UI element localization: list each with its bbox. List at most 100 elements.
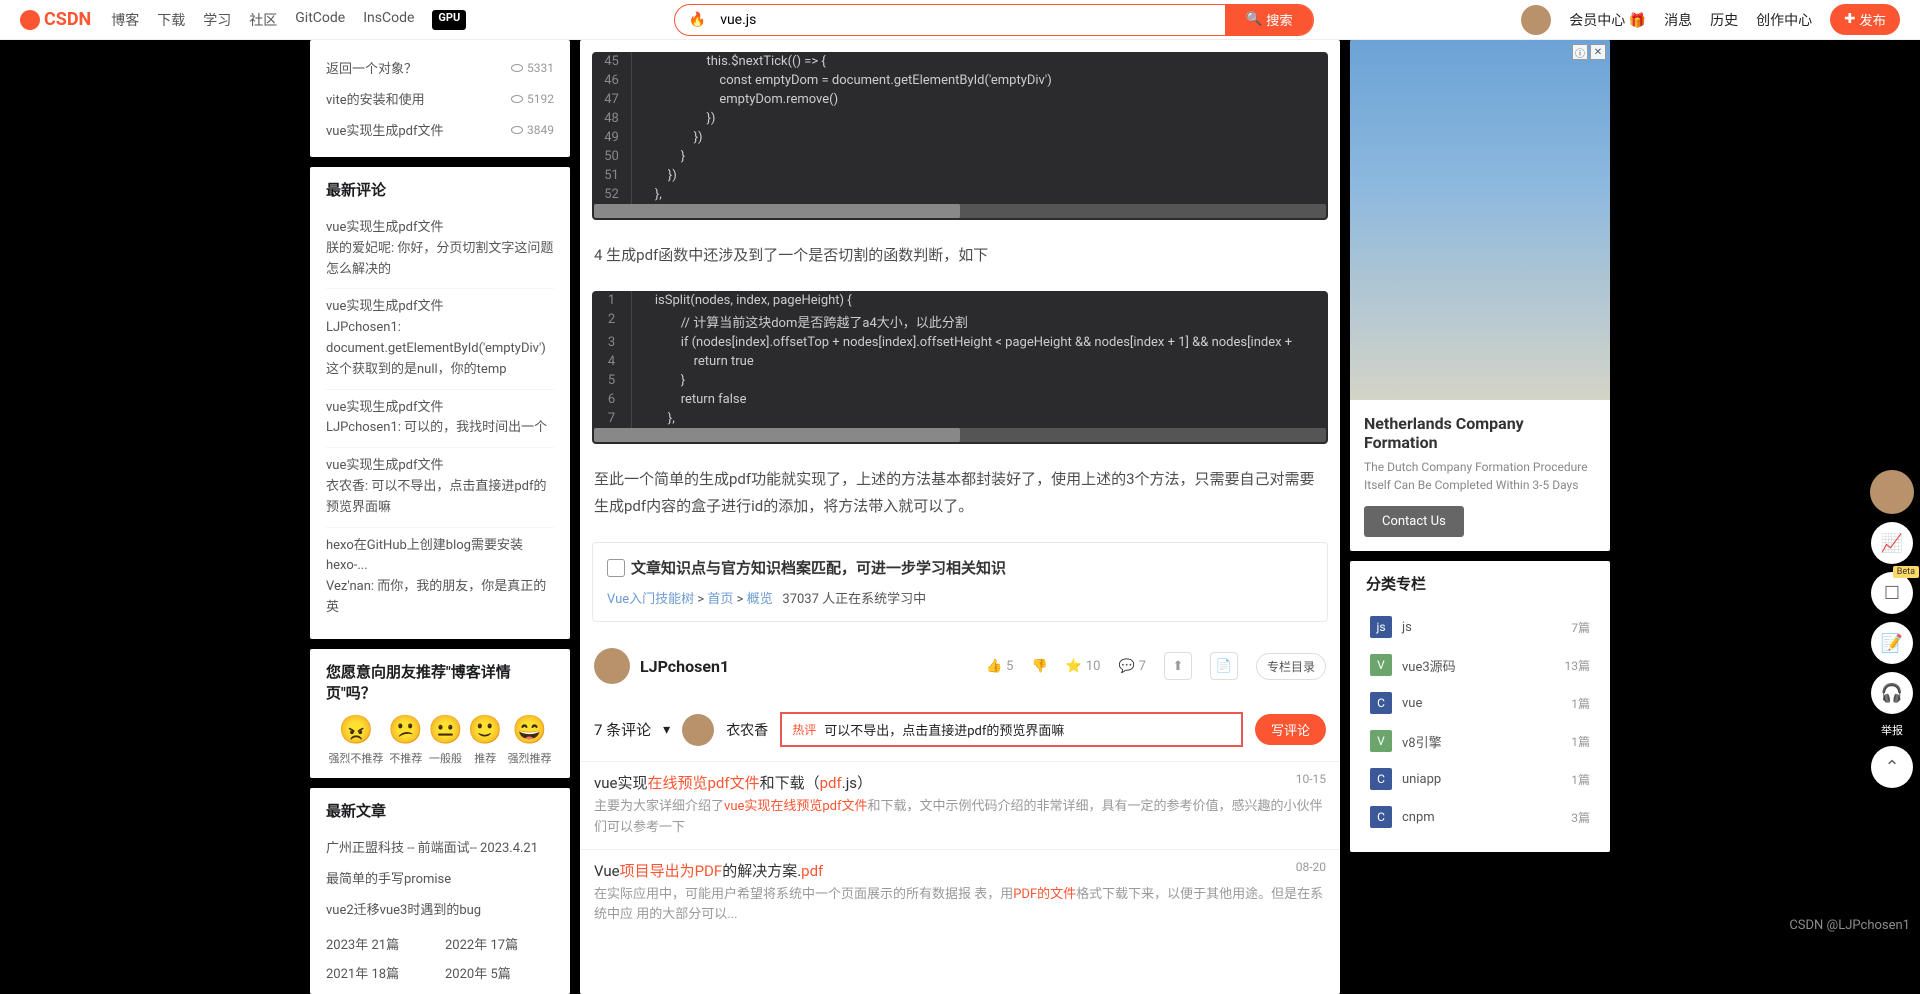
nav-community[interactable]: 社区 <box>249 10 277 30</box>
like-button[interactable]: 👍 5 <box>986 659 1014 674</box>
report-button[interactable]: 举报 <box>1881 722 1903 738</box>
history-link[interactable]: 历史 <box>1710 10 1738 30</box>
rating-option[interactable]: 😠强烈不推荐 <box>328 713 383 766</box>
eye-icon <box>511 95 523 103</box>
comment-item[interactable]: hexo在GitHub上创建blog需要安装hexo-...Vez'nan: 而… <box>326 528 554 627</box>
recent-posts-panel: 返回一个对象？5331 vite的安装和使用5192 vue实现生成pdf文件3… <box>310 40 570 157</box>
comment-count: 7 条评论 <box>594 719 651 740</box>
author-bar: LJPchosen1 👍 5 👎 ⭐ 10 💬 7 ⬆ 📄 专栏目录 <box>580 634 1340 698</box>
category-item[interactable]: jsjs7篇 <box>1366 608 1594 646</box>
nav-download[interactable]: 下载 <box>157 10 185 30</box>
latest-articles-panel: 最新文章 广州正盟科技 -- 前端面试-- 2023.4.21 最简单的手写pr… <box>310 788 570 994</box>
share-button[interactable]: ⬆ <box>1164 652 1192 680</box>
article-main: 45 this.$nextTick(() => {46 const emptyD… <box>580 40 1340 994</box>
emoji-icon: 😐 <box>428 713 463 746</box>
recent-comments-panel: 最新评论 vue实现生成pdf文件朕的爱妃呢: 你好，分页切割文字这问题怎么解决… <box>310 167 570 639</box>
category-item[interactable]: Vvue3源码13篇 <box>1366 646 1594 684</box>
watermark: CSDN @LJPchosen1 <box>1789 918 1910 933</box>
eye-icon <box>511 126 523 134</box>
publish-button[interactable]: ✚ 发布 <box>1830 4 1900 35</box>
back-to-top-button[interactable]: ⌃ <box>1871 746 1913 788</box>
write-comment-button[interactable]: 写评论 <box>1255 714 1326 745</box>
search-button[interactable]: 🔍 搜索 <box>1225 5 1312 35</box>
trend-button[interactable]: 📈 <box>1871 522 1913 564</box>
fire-icon: 🔥 <box>675 12 706 28</box>
nav-learn[interactable]: 学习 <box>203 10 231 30</box>
ad-title: Netherlands Company Formation <box>1364 414 1596 452</box>
emoji-icon: 😠 <box>328 713 383 746</box>
hot-comment[interactable]: 热评 可以不导出，点击直接进pdf的预览界面嘛 <box>780 712 1243 747</box>
post-item[interactable]: vite的安装和使用5192 <box>326 83 554 114</box>
ad-cta-button[interactable]: Contact Us <box>1364 506 1464 537</box>
search-input[interactable] <box>706 5 1225 35</box>
box-button[interactable]: ☐Beta <box>1871 572 1913 614</box>
star-button[interactable]: ⭐ 10 <box>1066 659 1101 674</box>
note-button[interactable]: 📝 <box>1871 622 1913 664</box>
comment-button[interactable]: 💬 7 <box>1118 659 1146 674</box>
breadcrumb-root[interactable]: Vue入门技能树 <box>607 592 694 607</box>
ad-close-icon[interactable]: ✕ <box>1590 44 1606 60</box>
article-link[interactable]: 最简单的手写promise <box>326 862 554 893</box>
user-area: 会员中心 🎁 消息 历史 创作中心 ✚ 发布 <box>1521 4 1900 35</box>
comment-item[interactable]: vue实现生成pdf文件衣农香: 可以不导出，点击直接进pdf的预览界面嘛 <box>326 448 554 527</box>
category-item[interactable]: Cuniapp1篇 <box>1366 760 1594 798</box>
hot-badge: 热评 <box>792 721 816 738</box>
comment-item[interactable]: vue实现生成pdf文件朕的爱妃呢: 你好，分页切割文字这问题怎么解决的 <box>326 210 554 289</box>
code-block-1: 45 this.$nextTick(() => {46 const emptyD… <box>592 52 1328 220</box>
dislike-button[interactable]: 👎 <box>1031 659 1047 674</box>
comment-item[interactable]: vue实现生成pdf文件LJPchosen1: document.getElem… <box>326 289 554 389</box>
article-link[interactable]: vue2迁移vue3时遇到的bug <box>326 893 554 924</box>
ad-info-icon[interactable]: ⓘ <box>1572 44 1588 60</box>
column-toc-button[interactable]: 专栏目录 <box>1256 653 1326 680</box>
panel-title: 分类专栏 <box>1366 573 1594 594</box>
panel-title: 您愿意向朋友推荐"博客详情页"吗？ <box>326 661 554 703</box>
rating-option[interactable]: 🙂推荐 <box>468 713 503 766</box>
advertisement[interactable]: ⓘ ✕ Netherlands Company Formation The Du… <box>1350 40 1610 551</box>
rating-option[interactable]: 😄强烈推荐 <box>508 713 552 766</box>
panel-title: 最新评论 <box>326 179 554 200</box>
year-filter[interactable]: 2021年 18篇 <box>326 963 435 982</box>
logo[interactable]: CSDN <box>20 9 91 30</box>
category-item[interactable]: Cvue1篇 <box>1366 684 1594 722</box>
author-avatar[interactable] <box>594 648 630 684</box>
rating-option[interactable]: 😕不推荐 <box>388 713 423 766</box>
vip-link[interactable]: 会员中心 🎁 <box>1569 10 1646 30</box>
tree-icon <box>607 559 625 577</box>
paragraph: 至此一个简单的生成pdf功能就实现了，上述的方法基本都封装好了，使用上述的3个方… <box>580 456 1340 530</box>
year-filter[interactable]: 2020年 5篇 <box>445 963 554 982</box>
author-name[interactable]: LJPchosen1 <box>640 657 976 676</box>
nav-inscode[interactable]: InsCode <box>363 10 414 30</box>
article-link[interactable]: 广州正盟科技 -- 前端面试-- 2023.4.21 <box>326 831 554 862</box>
avatar[interactable] <box>1521 5 1551 35</box>
commenter-name[interactable]: 衣农香 <box>726 720 768 740</box>
category-icon: V <box>1370 654 1392 676</box>
code-block-2: 1 isSplit(nodes, index, pageHeight) {2 /… <box>592 291 1328 444</box>
category-icon: C <box>1370 806 1392 828</box>
messages-link[interactable]: 消息 <box>1664 10 1692 30</box>
comment-section: 7 条评论 ▾ 衣农香 热评 可以不导出，点击直接进pdf的预览界面嘛 写评论 <box>580 698 1340 761</box>
paragraph: 4 生成pdf函数中还涉及到了一个是否切割的函数判断，如下 <box>580 232 1340 279</box>
related-article[interactable]: 08-20 Vue项目导出为PDF的解决方案.pdf 在实际应用中，可能用户希望… <box>580 849 1340 937</box>
nav-gitcode[interactable]: GitCode <box>295 10 345 30</box>
category-icon: C <box>1370 768 1392 790</box>
nav-blog[interactable]: 博客 <box>111 10 139 30</box>
category-item[interactable]: Vv8引擎1篇 <box>1366 722 1594 760</box>
emoji-icon: 🙂 <box>468 713 503 746</box>
category-panel: 分类专栏 jsjs7篇Vvue3源码13篇Cvue1篇Vv8引擎1篇Cuniap… <box>1350 561 1610 852</box>
breadcrumb-l1[interactable]: 首页 <box>707 592 733 607</box>
support-button[interactable]: 🎧 <box>1871 672 1913 714</box>
category-item[interactable]: Ccnpm3篇 <box>1366 798 1594 836</box>
commenter-avatar[interactable] <box>682 714 714 746</box>
post-item[interactable]: vue实现生成pdf文件3849 <box>326 114 554 145</box>
mascot-icon[interactable] <box>1870 470 1914 514</box>
breadcrumb-l2[interactable]: 概览 <box>747 592 773 607</box>
pdf-button[interactable]: 📄 <box>1210 652 1238 680</box>
category-icon: V <box>1370 730 1392 752</box>
post-item[interactable]: 返回一个对象？5331 <box>326 52 554 83</box>
recommend-panel: 您愿意向朋友推荐"博客详情页"吗？ 😠强烈不推荐 😕不推荐 😐一般般 🙂推荐 😄… <box>310 649 570 778</box>
rating-option[interactable]: 😐一般般 <box>428 713 463 766</box>
creator-link[interactable]: 创作中心 <box>1756 10 1812 30</box>
gpu-badge[interactable]: GPU <box>432 10 466 30</box>
comment-item[interactable]: vue实现生成pdf文件LJPchosen1: 可以的，我找时间出一个 <box>326 390 554 449</box>
related-article[interactable]: 10-15 vue实现在线预览pdf文件和下载（pdf.js） 主要为大家详细介… <box>580 761 1340 849</box>
